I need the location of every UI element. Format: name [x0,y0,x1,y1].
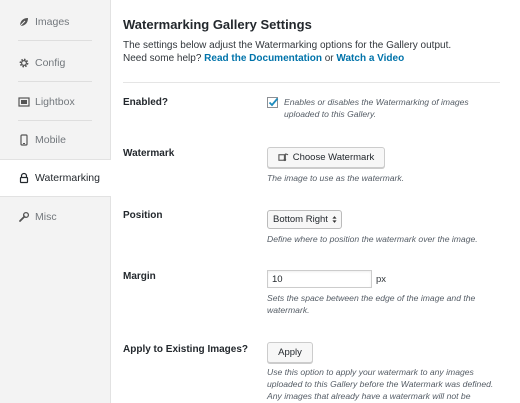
sidebar-item-label: Misc [35,211,57,223]
mobile-icon [18,134,30,146]
help-line: Need some help? Read the Documentation o… [123,52,451,65]
enabled-help: Enables or disables the Watermarking of … [284,96,469,120]
enabled-field: Enables or disables the Watermarking of … [267,96,469,120]
settings-sidebar: Images Config Lightbox Mobile Watermarki… [0,0,111,403]
apply-button[interactable]: Apply [267,342,313,363]
margin-field: px Sets the space between the edge of th… [267,270,475,316]
apply-field: Apply Use this option to apply your wate… [267,342,493,402]
help-line: Any images that already have a watermark… [267,391,471,401]
help-line: Use this option to apply your watermark … [267,367,474,377]
gear-icon [18,57,30,69]
position-help: Define where to position the watermark o… [267,234,478,244]
margin-input[interactable] [267,270,372,288]
or-text: or [321,53,337,64]
enabled-label: Enabled? [123,97,169,108]
sidebar-item-images[interactable]: Images [0,3,110,41]
watermark-label: Watermark [123,148,175,159]
position-label: Position [123,210,163,221]
sidebar-item-watermarking[interactable]: Watermarking [0,159,111,197]
margin-label: Margin [123,271,156,282]
lock-icon [18,172,30,184]
divider [123,82,500,83]
page-title: Watermarking Gallery Settings [123,17,312,32]
enabled-checkbox[interactable] [267,97,279,108]
wrench-icon [18,211,30,223]
media-icon [278,152,289,163]
leaf-icon [18,16,30,28]
sidebar-item-misc[interactable]: Misc [0,198,110,236]
position-field: Bottom Right Define where to position th… [267,209,478,245]
select-arrows-icon [332,215,337,224]
sidebar-item-label: Lightbox [35,96,75,108]
button-label: Choose Watermark [292,152,375,163]
choose-watermark-button[interactable]: Choose Watermark [267,147,385,168]
sidebar-item-label: Watermarking [35,172,100,184]
selected-value: Bottom Right [273,214,328,225]
help-line: Enables or disables the Watermarking of … [284,97,469,107]
help-line: uploaded to this Gallery. [284,109,377,119]
gallery-icon [18,96,30,108]
margin-unit: px [376,273,387,285]
apply-label: Apply to Existing Images? [123,344,249,355]
watermark-help: The image to use as the watermark. [267,173,405,183]
sidebar-item-label: Images [35,16,70,28]
documentation-link[interactable]: Read the Documentation [204,53,322,64]
description-line: The settings below adjust the Watermarki… [123,40,452,51]
sidebar-item-label: Mobile [35,134,66,146]
help-line: uploaded to this Gallery before the Wate… [267,379,494,389]
help-line: Sets the space between the edge of the i… [267,293,476,303]
settings-description: The settings below adjust the Watermarki… [123,39,451,65]
sidebar-item-config[interactable]: Config [0,44,110,82]
sidebar-item-mobile[interactable]: Mobile [0,121,110,159]
position-select[interactable]: Bottom Right [267,210,342,229]
sidebar-item-label: Config [35,57,66,69]
apply-help: Use this option to apply your watermark … [267,366,493,402]
watch-video-link[interactable]: Watch a Video [336,53,404,64]
help-line: watermark. [267,305,310,315]
margin-help: Sets the space between the edge of the i… [267,292,475,316]
sidebar-item-lightbox[interactable]: Lightbox [0,83,110,121]
watermark-field: Choose Watermark The image to use as the… [267,147,404,184]
help-prefix: Need some help? [123,53,205,64]
